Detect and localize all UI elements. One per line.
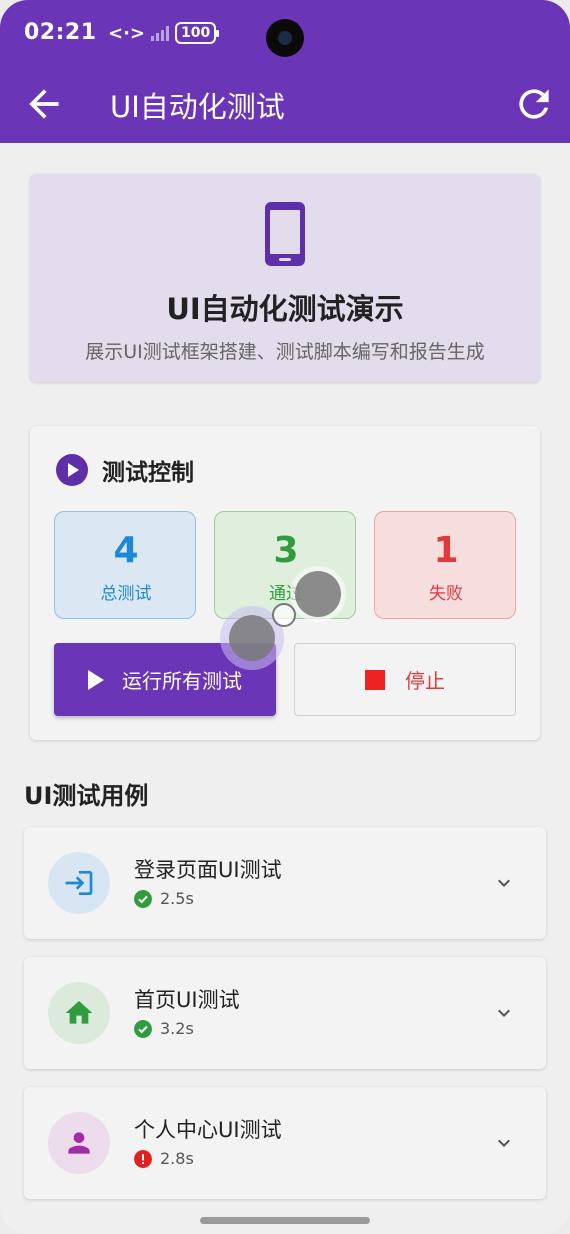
hero-card: UI自动化测试演示 展示UI测试框架搭建、测试脚本编写和报告生成 [30, 174, 540, 382]
check-circle-icon [134, 889, 152, 908]
control-header: 测试控制 [56, 453, 194, 487]
check-circle-icon [134, 1019, 152, 1038]
stat-fail-value: 1 [433, 530, 459, 571]
test-case-home[interactable]: 首页UI测试 3.2s [24, 957, 546, 1069]
test-cases-title: UI测试用例 [24, 782, 149, 810]
status-icons: <·> 100 [108, 22, 220, 44]
case-name: 登录页面UI测试 [134, 858, 282, 882]
home-indicator[interactable] [200, 1217, 370, 1224]
stop-button[interactable]: 停止 [294, 643, 516, 716]
stat-pass-value: 3 [273, 530, 299, 571]
control-title: 测试控制 [102, 460, 194, 486]
case-status: 2.8s [134, 1149, 194, 1168]
error-icon [134, 1149, 152, 1168]
play-circle-icon [56, 454, 88, 486]
case-status: 3.2s [134, 1019, 194, 1038]
app-bar: UI自动化测试 [0, 70, 570, 143]
case-time: 2.8s [160, 1149, 194, 1168]
touch-indicator [290, 566, 346, 622]
home-icon [65, 1001, 93, 1024]
status-bar: 02:21 <·> 100 [0, 0, 570, 70]
play-icon [88, 669, 104, 690]
stat-total-label: 总测试 [100, 584, 152, 604]
phone-screen: 02:21 <·> 100 UI自动化测试 UI自动化测试演示 展示UI测试框架… [0, 0, 570, 1234]
chevron-down-icon[interactable] [492, 1131, 516, 1155]
touch-indicator [272, 603, 296, 627]
status-time: 02:21 [24, 20, 97, 45]
hero-subtitle: 展示UI测试框架搭建、测试脚本编写和报告生成 [85, 341, 485, 363]
case-avatar [48, 982, 110, 1044]
stat-fail-label: 失败 [429, 584, 463, 604]
person-icon [68, 1132, 90, 1154]
refresh-button[interactable] [512, 82, 556, 126]
signal-icon [151, 25, 170, 41]
test-case-profile[interactable]: 个人中心UI测试 2.8s [24, 1087, 546, 1199]
case-avatar [48, 852, 110, 914]
refresh-icon [519, 89, 549, 119]
stat-total: 4 总测试 [54, 511, 196, 619]
hero-title: UI自动化测试演示 [166, 292, 404, 326]
case-time: 3.2s [160, 1019, 194, 1038]
chevron-down-icon[interactable] [492, 871, 516, 895]
battery-icon: 100 [175, 22, 220, 44]
chevron-down-icon[interactable] [492, 1001, 516, 1025]
arrow-back-icon [29, 89, 59, 119]
stat-fail: 1 失败 [374, 511, 516, 619]
run-all-tests-label: 运行所有测试 [122, 669, 242, 693]
case-name: 首页UI测试 [134, 988, 240, 1012]
case-avatar [48, 1112, 110, 1174]
test-case-login[interactable]: 登录页面UI测试 2.5s [24, 827, 546, 939]
stat-total-value: 4 [113, 530, 139, 571]
case-time: 2.5s [160, 889, 194, 908]
app-title: UI自动化测试 [110, 90, 285, 124]
back-button[interactable] [22, 82, 66, 126]
case-name: 个人中心UI测试 [134, 1118, 282, 1142]
test-control-card: 测试控制 4 总测试 3 通过 1 失败 运行所有测试 停止 [30, 426, 540, 740]
top-bar: 02:21 <·> 100 UI自动化测试 [0, 0, 570, 143]
smartphone-icon [265, 202, 305, 266]
stop-icon [365, 669, 385, 690]
camera-cutout [266, 19, 304, 57]
nfc-icon: <·> [108, 22, 146, 44]
stop-label: 停止 [405, 669, 445, 693]
login-icon [65, 871, 93, 895]
case-status: 2.5s [134, 889, 194, 908]
